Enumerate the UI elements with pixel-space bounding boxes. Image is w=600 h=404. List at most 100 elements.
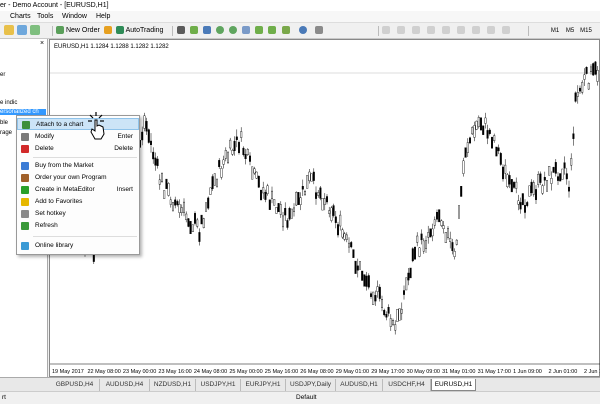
candle-body-138 [354,260,357,274]
tab-eurusd-h1[interactable]: EURUSD,H1 [431,379,476,391]
star-icon [21,198,29,206]
auto-trading-button[interactable]: AutoTrading [116,25,163,37]
tab-usdchf-h4[interactable]: USDCHF,H4 [383,379,431,391]
candle-body-216 [526,202,529,206]
time-label: 25 May 16:00 [265,369,298,375]
time-label: 24 May 08:00 [194,369,227,375]
chart-shift-icon[interactable] [268,25,276,37]
menu-item-create-in-metaeditor[interactable]: Create in MetaEditor Insert [17,184,139,196]
menu-window[interactable]: Window [62,11,87,23]
menu-charts[interactable]: Charts [10,11,31,23]
navigator-item[interactable]: e indic [0,100,17,106]
candle-body-114 [301,185,304,190]
tab-nzdusd-h1[interactable]: NZDUSD,H1 [150,379,196,391]
time-labels: 19 May 2017 22 May 08:00 23 May 00:00 23 Ma… [52,369,600,375]
candle-body-225 [546,180,549,192]
crosshair-icon[interactable] [397,25,405,37]
zoom-out-icon[interactable] [229,25,237,37]
menu-item-online-library[interactable]: Online library [17,240,139,252]
tile-windows-icon[interactable] [242,25,250,37]
time-label: 29 May 01:00 [336,369,369,375]
candle-body-227 [550,177,553,184]
menu-item-label: Order your own Program [35,174,107,181]
menu-item-modify[interactable]: Modify Enter [17,131,139,143]
candle-body-107 [286,220,289,228]
vertical-line-icon[interactable] [412,25,420,37]
meta-editor-icon[interactable] [104,25,112,37]
period-icon[interactable] [299,25,307,37]
candle-body-228 [552,167,555,173]
new-order-button[interactable]: New Order [56,25,100,37]
candle-body-73 [211,176,214,189]
menu-item-delete[interactable]: Delete Delete [17,143,139,155]
candle-body-128 [332,205,335,216]
navigator-item[interactable]: ble [0,120,8,126]
tab-audusd-h1[interactable]: AUDUSD,H1 [336,379,383,391]
candle-body-155 [392,320,395,325]
tab-gbpusd-h4[interactable]: GBPUSD,H4 [50,379,100,391]
tab-usdjpy-h1[interactable]: USDJPY,H1 [196,379,241,391]
menu-tools[interactable]: Tools [37,11,53,23]
channel-icon[interactable] [457,25,465,37]
candle-body-230 [557,176,560,181]
candle-body-62 [187,218,190,227]
menu-item-order-your-own-program[interactable]: Order your own Program [17,172,139,184]
auto-scroll-icon[interactable] [255,25,263,37]
text-icon[interactable] [487,25,495,37]
candle-body-231 [559,173,562,182]
candle-body-239 [576,92,579,97]
timeframe-m5[interactable]: M5 [563,25,577,37]
market-watch-icon[interactable] [30,25,40,37]
tab-eurjpy-h1[interactable]: EURJPY,H1 [241,379,286,391]
candle-body-100 [270,190,273,199]
trendline-icon[interactable] [442,25,450,37]
menu-item-attach-to-a-chart[interactable]: Attach to a chart [17,118,139,130]
market-icon [21,162,29,170]
refresh-icon [21,222,29,230]
candle-body-82 [231,150,234,155]
candle-body-197 [484,117,487,124]
horizontal-line-icon[interactable] [427,25,435,37]
time-label: 19 May 2017 [52,369,84,375]
candle-body-122 [319,187,322,199]
navigator-close-icon[interactable]: × [37,39,47,49]
menu-help[interactable]: Help [96,11,110,23]
tab-usdjpy-daily[interactable]: USDJPY,Daily [286,379,336,391]
menu-item-refresh[interactable]: Refresh [17,220,139,232]
candle-body-141 [361,270,364,281]
zoom-in-icon[interactable] [216,25,224,37]
menu-item-add-to-favorites[interactable]: Add to Favorites [17,196,139,208]
new-chart-icon[interactable] [4,25,14,37]
candle-body-174 [433,219,436,226]
profiles-icon[interactable] [17,25,27,37]
create-icon [21,186,29,194]
candle-body-222 [539,173,542,183]
candle-body-139 [356,265,359,271]
indicators-icon[interactable] [282,25,290,37]
arrows-icon[interactable] [502,25,510,37]
candle-body-159 [400,309,403,314]
time-label: 30 May 09:00 [407,369,440,375]
fibonacci-icon[interactable] [472,25,480,37]
candle-body-196 [482,125,485,135]
candle-body-217 [528,185,531,197]
bar-chart-icon[interactable] [177,25,185,37]
candle-body-79 [224,149,227,159]
line-chart-icon[interactable] [203,25,211,37]
candle-body-143 [365,275,368,287]
menu-item-buy-from-the-market[interactable]: Buy from the Market [17,160,139,172]
templates-icon[interactable] [315,25,323,37]
cursor-icon[interactable] [382,25,390,37]
hand-cursor-icon [88,112,105,140]
timeframe-m1[interactable]: M1 [548,25,562,37]
navigator-item[interactable]: rage [0,130,12,136]
tab-audusd-h4[interactable]: AUDUSD,H4 [100,379,150,391]
candlestick-icon[interactable] [190,25,198,37]
menu-separator [33,236,137,237]
menu-item-set-hotkey[interactable]: Set hotkey [17,208,139,220]
candle-body-42 [143,115,146,129]
navigator-item[interactable]: er [0,72,5,78]
candle-body-184 [455,239,458,245]
timeframe-m15[interactable]: M15 [579,25,593,37]
time-label: 2 Jun 17:00 [584,369,600,375]
